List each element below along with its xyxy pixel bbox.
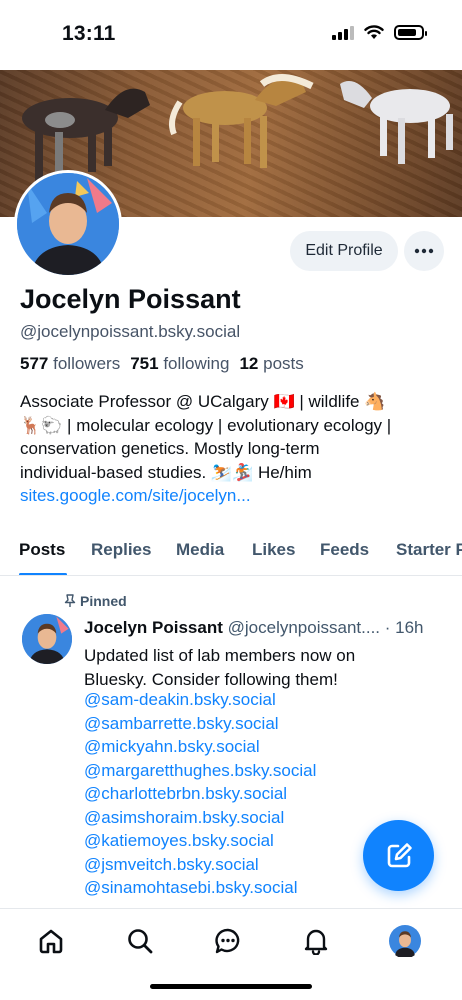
bio-line: conservation genetics. Mostly long-term <box>20 439 320 458</box>
edit-profile-button[interactable]: Edit Profile <box>290 231 398 271</box>
post-timestamp[interactable]: · 16h <box>385 618 424 637</box>
profile-name: Jocelyn Poissant <box>20 284 241 314</box>
more-options-button[interactable] <box>404 231 444 271</box>
profile-avatar <box>389 925 421 957</box>
mention-link[interactable]: @sambarrette.bsky.social <box>84 712 316 736</box>
nav-profile[interactable] <box>389 925 421 957</box>
posts-stat: 12 posts <box>239 354 304 373</box>
status-bar: 13:11 <box>0 0 462 70</box>
tab-replies[interactable]: Replies <box>91 540 151 560</box>
wifi-icon <box>364 24 384 39</box>
chat-icon <box>215 928 240 954</box>
tab-likes[interactable]: Likes <box>252 540 295 560</box>
following-stat[interactable]: 751 following <box>130 354 229 374</box>
post-author-name[interactable]: Jocelyn Poissant <box>84 618 223 637</box>
tab-starter-packs[interactable]: Starter P <box>396 540 462 560</box>
active-tab-indicator <box>19 573 67 575</box>
pin-icon <box>64 594 76 607</box>
horse-figurine-palomino <box>169 74 314 168</box>
bio-line: 🦌🐑 | molecular ecology | evolutionary ec… <box>20 415 392 435</box>
bio-line: Associate Professor @ UCalgary 🇨🇦 | wild… <box>20 392 386 411</box>
followers-stat[interactable]: 577 followers <box>20 354 120 374</box>
profile-stats: 577 followers 751 following 12 posts <box>20 354 304 374</box>
tab-feeds[interactable]: Feeds <box>320 540 369 560</box>
bio-line: individual-based studies. ⛷️🏂 He/him <box>20 462 312 482</box>
mention-link[interactable]: @sinamohtasebi.bsky.social <box>84 876 316 900</box>
pinned-indicator: Pinned <box>64 593 127 609</box>
post-author-handle[interactable]: @jocelynpoissant.... <box>228 618 380 637</box>
post-text: Updated list of lab members now on Blues… <box>84 644 355 691</box>
mention-link[interactable]: @sam-deakin.bsky.social <box>84 688 316 712</box>
mention-link[interactable]: @katiemoyes.bsky.social <box>84 829 316 853</box>
profile-tabs: Posts Replies Media Likes Feeds Starter … <box>0 528 462 576</box>
pinned-label: Pinned <box>80 593 127 609</box>
home-icon <box>39 929 63 954</box>
status-icons <box>332 24 427 40</box>
signal-icon <box>332 24 354 40</box>
nav-chat[interactable] <box>212 925 244 957</box>
mention-link[interactable]: @jsmveitch.bsky.social <box>84 853 316 877</box>
tab-posts[interactable]: Posts <box>19 540 65 560</box>
nav-home[interactable] <box>35 925 67 957</box>
post-author-avatar[interactable] <box>22 614 72 664</box>
mention-link[interactable]: @charlottebrbn.bsky.social <box>84 782 316 806</box>
profile-handle: @jocelynpoissant.bsky.social <box>20 322 241 341</box>
ellipsis-icon <box>414 248 434 254</box>
status-time: 13:11 <box>62 22 116 45</box>
mention-link[interactable]: @mickyahn.bsky.social <box>84 735 316 759</box>
bell-icon <box>304 929 328 955</box>
battery-icon <box>394 24 427 40</box>
post-mentions: @sam-deakin.bsky.social @sambarrette.bsk… <box>84 688 316 900</box>
mention-link[interactable]: @asimshoraim.bsky.social <box>84 806 316 830</box>
tab-media[interactable]: Media <box>176 540 224 560</box>
home-indicator <box>150 984 312 989</box>
mention-link[interactable]: @margaretthughes.bsky.social <box>84 759 316 783</box>
nav-notifications[interactable] <box>300 925 332 957</box>
compose-icon <box>387 842 412 867</box>
post-header: Jocelyn Poissant @jocelynpoissant.... · … <box>84 618 424 638</box>
bio-website-link[interactable]: sites.google.com/site/jocelyn... <box>20 484 450 508</box>
profile-avatar[interactable] <box>14 170 122 278</box>
nav-search[interactable] <box>124 925 156 957</box>
search-icon <box>128 929 153 954</box>
profile-bio: Associate Professor @ UCalgary 🇨🇦 | wild… <box>20 390 450 508</box>
compose-post-button[interactable] <box>363 820 434 891</box>
horse-figurine-white <box>340 81 453 164</box>
horse-figurine-dark <box>22 88 150 182</box>
post-text-line: Updated list of lab members now on <box>84 646 356 665</box>
